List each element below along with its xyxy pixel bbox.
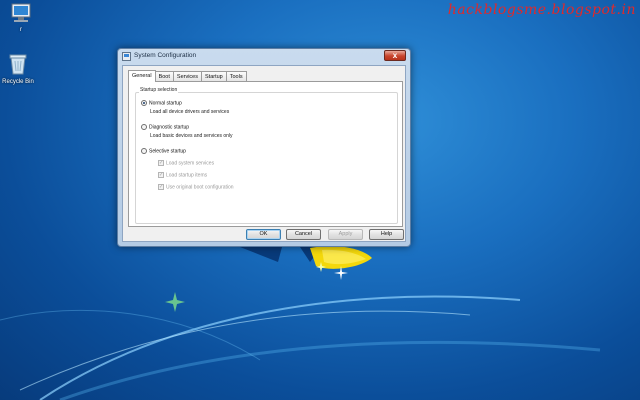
checkbox-label: Load startup items <box>166 172 208 179</box>
sparkle-icon <box>165 292 185 312</box>
tab-general[interactable]: General <box>128 70 156 82</box>
system-configuration-window: System Configuration x General Boot Serv… <box>117 48 411 247</box>
apply-button[interactable]: Apply <box>328 229 363 240</box>
load-system-services-checkbox[interactable]: ✓ Load system services <box>158 160 214 166</box>
window-title: System Configuration <box>134 52 197 59</box>
desktop-icon-label: r <box>20 27 22 33</box>
dialog-button-row: OK Cancel Apply Help <box>123 229 405 241</box>
watermark-text: hackblogsme.blogspot.in <box>447 2 636 18</box>
option-label: Selective startup <box>149 148 186 155</box>
recycle-bin-icon <box>9 54 27 75</box>
help-button[interactable]: Help <box>369 229 404 240</box>
window-client-area: General Boot Services Startup Tools Star… <box>122 65 406 242</box>
ok-button[interactable]: OK <box>246 229 281 240</box>
radio-selected-icon <box>141 100 147 106</box>
close-button[interactable]: x <box>384 50 406 61</box>
option-description: Load all device drivers and services <box>150 109 230 115</box>
option-label: Diagnostic startup <box>149 124 190 131</box>
checkmark-icon: ✓ <box>158 172 164 178</box>
desktop-icon-computer[interactable]: r <box>3 2 39 33</box>
cancel-button[interactable]: Cancel <box>286 229 321 240</box>
group-title: Startup selection <box>139 87 179 93</box>
checkbox-label: Use original boot configuration <box>166 184 234 191</box>
use-original-boot-config-checkbox[interactable]: ✓ Use original boot configuration <box>158 184 234 190</box>
radio-icon <box>141 148 147 154</box>
option-label: Normal startup <box>149 100 182 107</box>
checkmark-icon: ✓ <box>158 160 164 166</box>
desktop-icon-label: Recycle Bin <box>2 79 34 85</box>
load-startup-items-checkbox[interactable]: ✓ Load startup items <box>158 172 207 178</box>
msconfig-icon <box>122 52 131 61</box>
desktop-icon-recycle-bin[interactable]: Recycle Bin <box>0 52 36 85</box>
windows-logo-graphic <box>240 246 372 269</box>
diagnostic-startup-radio[interactable]: Diagnostic startup <box>141 124 189 130</box>
computer-icon <box>11 3 31 22</box>
normal-startup-radio[interactable]: Normal startup <box>141 100 182 106</box>
window-titlebar[interactable]: System Configuration x <box>118 49 410 65</box>
checkmark-icon: ✓ <box>158 184 164 190</box>
option-description: Load basic devices and services only <box>150 133 233 139</box>
general-tab-panel: Startup selection Normal startup Load al… <box>128 81 403 227</box>
checkbox-label: Load system services <box>166 160 215 167</box>
selective-startup-radio[interactable]: Selective startup <box>141 148 186 154</box>
radio-icon <box>141 124 147 130</box>
